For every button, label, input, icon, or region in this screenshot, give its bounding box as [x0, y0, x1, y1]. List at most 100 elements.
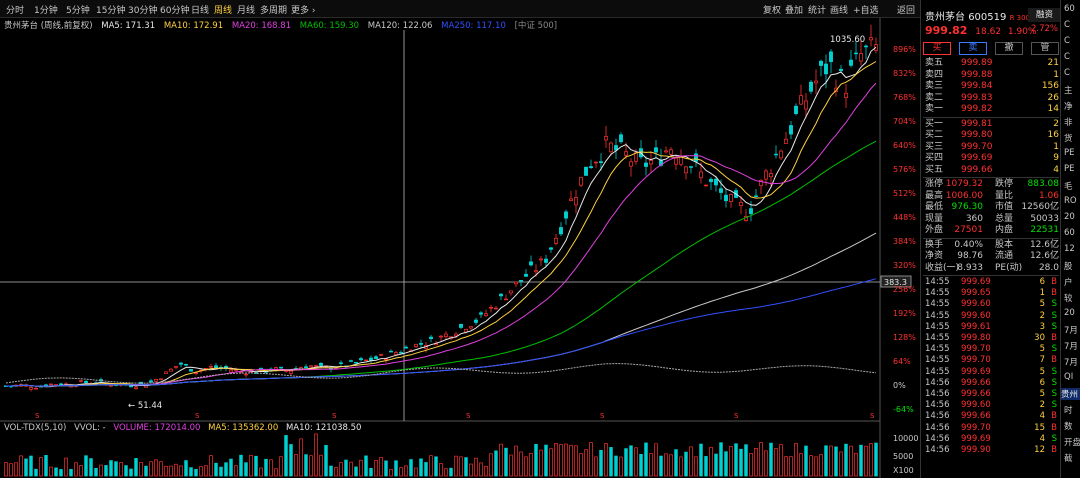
volume-bar	[649, 453, 653, 477]
volume-bar	[199, 466, 203, 477]
period-tab-60min[interactable]: 60分钟	[160, 3, 189, 16]
split-marker: S	[734, 412, 739, 420]
candle-body	[179, 362, 183, 365]
divider	[923, 275, 1059, 276]
stat-key: 外盘	[925, 225, 944, 235]
tick-row: 14:56 999.69 4 S	[923, 434, 1059, 445]
sell-order-row[interactable]: 卖五 999.89 21	[923, 58, 1059, 70]
volume-bar	[569, 444, 573, 477]
stat-key: 收益(一)	[925, 262, 960, 273]
candle-body	[624, 151, 628, 156]
sell-order-row[interactable]: 卖四 999.88 1	[923, 70, 1059, 82]
side-info-panel: 60 C C C C 主净非货 PE PE 毛 RO 20 60 12 股户较 20 7月 7月 7月 QI 贵州时数…	[1060, 0, 1080, 478]
candle-body	[349, 360, 353, 362]
tick-side: S	[1051, 321, 1057, 332]
y-axis-tick-label: 320%	[893, 261, 916, 270]
tick-price: 999.69	[961, 277, 991, 287]
period-tab-30min[interactable]: 30分钟	[128, 3, 157, 16]
candle-body	[749, 208, 753, 214]
stat-value: 360	[965, 213, 983, 224]
back-button[interactable]: 返回	[897, 3, 915, 16]
tick-price: 999.66	[961, 411, 991, 422]
candle-body	[594, 161, 598, 164]
order-level-label: 买一	[925, 118, 944, 129]
sell-order-row[interactable]: 卖一 999.82 14	[923, 104, 1059, 116]
volume-bar	[159, 461, 163, 477]
period-tab-multi[interactable]: 多周期	[260, 3, 287, 16]
candle-body	[134, 386, 138, 389]
period-tab-intraday[interactable]: 分时	[6, 3, 24, 16]
restore-rights-button[interactable]: 复权	[763, 3, 781, 16]
volume-value: VOLUME: 172014.00	[113, 423, 201, 433]
period-tab-daily[interactable]: 日线	[191, 3, 209, 16]
period-tab-15min[interactable]: 15分钟	[96, 3, 125, 16]
draw-line-button[interactable]: 画线	[830, 3, 848, 16]
tick-side: B	[1051, 355, 1057, 366]
tick-time: 14:56	[925, 377, 950, 388]
statistics-button[interactable]: 统计	[808, 3, 826, 16]
side-info-text: 股	[1064, 262, 1073, 272]
period-tab-more[interactable]: 更多 ›	[291, 3, 315, 16]
quote-panel: 贵州茅台 600519 R 300 999.82 18.62 1.90% 融资 …	[920, 0, 1061, 478]
candle-body	[864, 45, 868, 48]
tick-volume: 3	[1039, 321, 1045, 332]
volume-bar	[274, 468, 278, 477]
candle-body	[739, 202, 743, 206]
volume-bar	[289, 444, 293, 477]
volume-bar	[854, 452, 858, 477]
sell-order-row[interactable]: 卖二 999.83 26	[923, 93, 1059, 105]
candle-body	[54, 384, 58, 386]
volume-bar	[634, 447, 638, 477]
volume-bar	[349, 461, 353, 477]
period-tab-5min[interactable]: 5分钟	[66, 3, 90, 16]
buy-order-row[interactable]: 买一 999.81 2	[923, 119, 1059, 131]
order-level-label: 买五	[925, 164, 944, 175]
sell-button[interactable]: 卖	[959, 42, 987, 55]
sell-order-row[interactable]: 卖三 999.84 156	[923, 81, 1059, 93]
high-price-label: 1035.60	[830, 35, 865, 45]
tick-side: B	[1051, 445, 1057, 455]
candle-body	[584, 166, 588, 176]
margin-badge[interactable]: 融资	[1028, 8, 1061, 22]
candle-body	[549, 247, 553, 250]
volume-bar	[444, 468, 448, 477]
side-info-text: 非	[1064, 118, 1073, 128]
period-tab-weekly[interactable]: 周线	[214, 3, 232, 16]
candle-body	[469, 326, 473, 329]
volume-bar	[139, 462, 143, 477]
stat-value: 12.6亿	[1029, 239, 1059, 250]
stock-name-line: 贵州茅台 600519 R 300	[925, 8, 1030, 23]
cancel-order-button[interactable]: 撤	[995, 42, 1023, 55]
side-info-text: 户	[1064, 278, 1073, 288]
volume-bar	[449, 467, 453, 477]
candle-body	[364, 359, 368, 362]
volume-bar	[129, 468, 133, 477]
volume-bar	[224, 462, 228, 477]
order-level-label: 卖四	[925, 69, 944, 80]
period-tab-monthly[interactable]: 月线	[237, 3, 255, 16]
tick-side: B	[1051, 277, 1057, 287]
volume-bar	[624, 448, 628, 477]
side-info-text: PE	[1064, 148, 1075, 158]
buy-button[interactable]: 买	[923, 42, 951, 55]
buy-order-row[interactable]: 买五 999.66 4	[923, 165, 1059, 177]
order-qty: 4	[1053, 164, 1059, 175]
side-info-text: 12	[1064, 244, 1075, 254]
buy-order-row[interactable]: 买三 999.70 1	[923, 142, 1059, 154]
kline-chart[interactable]: 1035.60← 51.44383.3S S S S S S S	[0, 18, 920, 478]
overlay-button[interactable]: 叠加	[785, 3, 803, 16]
candle-body	[679, 156, 683, 165]
buy-order-row[interactable]: 买二 999.80 16	[923, 130, 1059, 142]
volume-bar	[44, 455, 48, 477]
tick-volume: 4	[1039, 433, 1045, 444]
order-price: 999.81	[961, 118, 993, 129]
candle-body	[674, 157, 678, 165]
candle-body	[644, 162, 648, 167]
manage-button[interactable]: 管	[1031, 42, 1059, 55]
buy-order-row[interactable]: 买四 999.69 9	[923, 153, 1059, 165]
period-tab-1min[interactable]: 1分钟	[34, 3, 58, 16]
stat-key: 流通	[995, 251, 1014, 261]
tick-row: 14:55 999.69 6 B	[923, 277, 1059, 288]
add-watchlist-button[interactable]: +自选	[853, 3, 879, 16]
y-axis-tick-label: 832%	[893, 69, 916, 78]
